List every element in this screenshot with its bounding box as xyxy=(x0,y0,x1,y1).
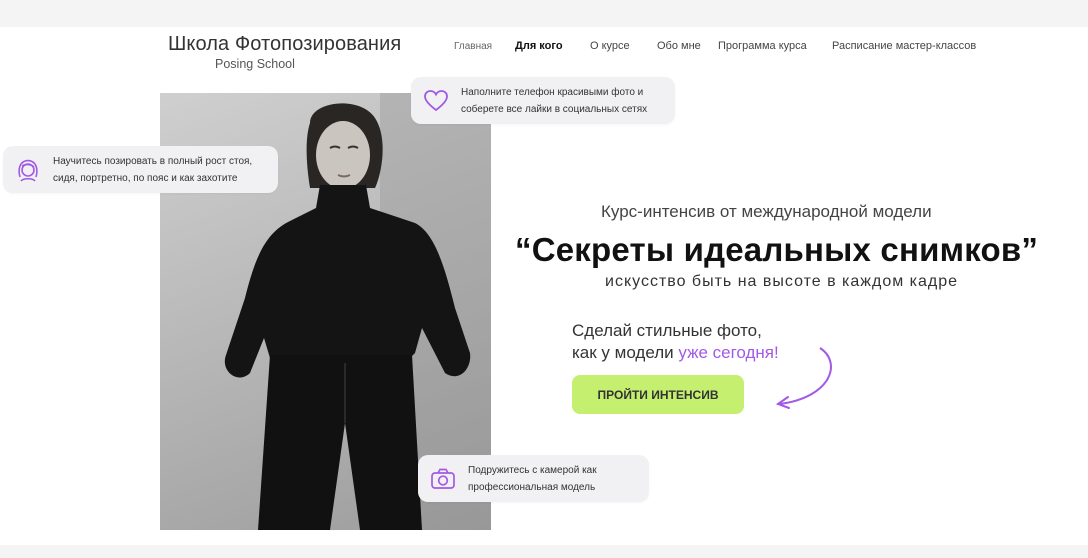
nav-item-program[interactable]: Программа курса xyxy=(718,40,807,52)
cta-line2-accent: уже сегодня! xyxy=(678,343,779,362)
hero-title: “Секреты идеальных снимков” xyxy=(515,231,1039,268)
feature-text-line: профессиональная модель xyxy=(468,481,596,493)
cta-text: Сделай стильные фото, как у модели уже с… xyxy=(572,320,779,364)
feature-text-line: сидя, портретно, по пояс и как захотите xyxy=(53,172,238,184)
nav-item-about-course[interactable]: О курсе xyxy=(590,40,630,52)
hero-subtitle: Курс-интенсив от международной модели xyxy=(601,202,932,221)
brand-subtitle: Posing School xyxy=(215,57,295,71)
nav-item-about-me[interactable]: Обо мне xyxy=(657,40,701,52)
feature-card-posing: Научитесь позировать в полный рост стоя,… xyxy=(3,146,278,193)
camera-icon xyxy=(431,468,455,489)
curved-arrow-icon xyxy=(775,347,832,409)
nav-item-for-whom[interactable]: Для кого xyxy=(515,40,563,52)
feature-card-likes: Наполните телефон красивыми фото и собер… xyxy=(411,77,675,124)
cta-line1: Сделай стильные фото, xyxy=(572,321,762,340)
feature-text-line: Наполните телефон красивыми фото и xyxy=(461,86,644,98)
start-intensive-button[interactable]: ПРОЙТИ ИНТЕНСИВ xyxy=(572,375,744,414)
nav-item-home[interactable]: Главная xyxy=(454,41,492,52)
brand-title[interactable]: Школа Фотопозирования xyxy=(168,33,401,56)
cta-line2-prefix: как у модели xyxy=(572,343,674,362)
nav-item-schedule[interactable]: Расписание мастер-классов xyxy=(832,40,976,52)
heart-icon xyxy=(424,89,448,111)
girl-face-icon xyxy=(18,159,38,182)
feature-text-line: Подружитесь с камерой как xyxy=(468,464,597,476)
hero-tagline: искусство быть на высоте в каждом кадре xyxy=(605,273,959,290)
feature-text-line: Научитесь позировать в полный рост стоя, xyxy=(53,155,253,167)
cta-line2: как у модели уже сегодня! xyxy=(572,342,779,364)
feature-text-line: соберете все лайки в социальных сетях xyxy=(461,103,648,115)
feature-card-camera: Подружитесь с камерой как профессиональн… xyxy=(418,455,649,502)
